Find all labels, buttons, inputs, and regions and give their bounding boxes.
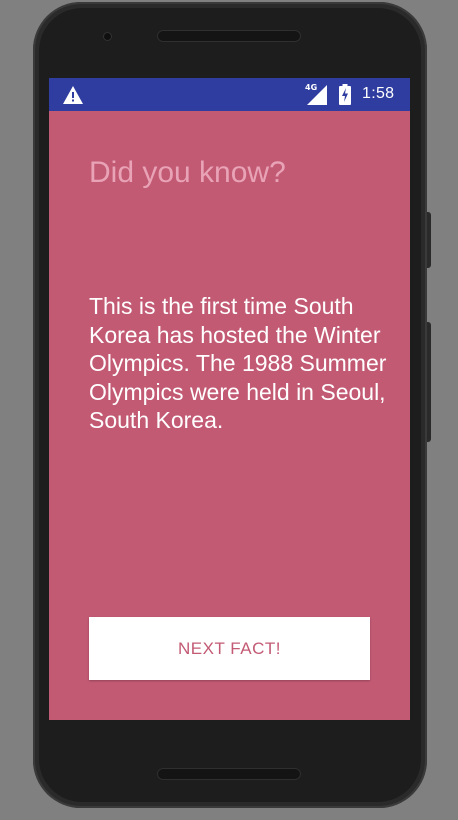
app-screen: 4G 1:58 Did you know? This is the first … [49,78,410,720]
next-fact-button[interactable]: NEXT FACT! [89,617,370,680]
volume-button [427,212,431,268]
status-bar: 4G 1:58 [49,78,410,111]
network-type-label: 4G [305,83,318,92]
warning-icon [63,86,83,104]
front-camera [103,32,112,41]
battery-charging-icon [339,84,351,105]
status-clock: 1:58 [362,85,395,102]
fact-text: This is the first time South Korea has h… [89,293,387,433]
power-button [427,322,431,442]
page-title: Did you know? [89,156,286,189]
bottom-speaker [157,768,301,780]
earpiece-speaker [157,30,301,42]
